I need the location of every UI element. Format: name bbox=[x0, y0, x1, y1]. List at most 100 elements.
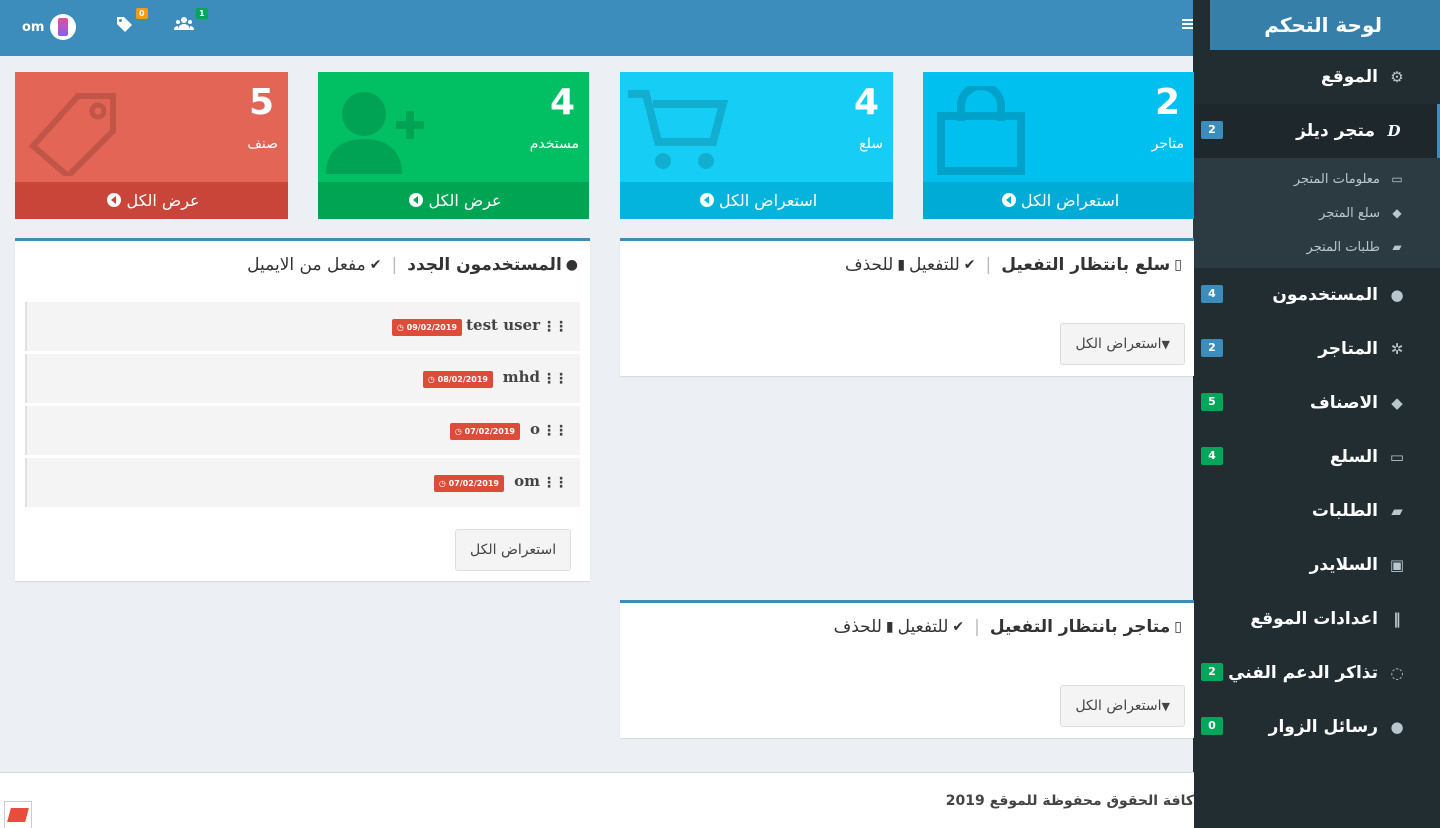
activate-hint: للتفعيل bbox=[909, 255, 960, 275]
submenu-item-label: سلع المتجر bbox=[1319, 205, 1380, 221]
separator: | bbox=[974, 617, 980, 637]
view-all-label: عرض الكل bbox=[428, 191, 502, 210]
gear-icon: ⚙ bbox=[1390, 68, 1404, 86]
arrow-circle-left-icon bbox=[1001, 193, 1016, 207]
pending-stores-panel: ▯ متاجر بانتظار التفعيل | ✔ للتفعيل ▮ لل… bbox=[620, 600, 1194, 738]
sidebar-item-orders[interactable]: ▰ الطلبات bbox=[1193, 484, 1440, 538]
sidebar-item-deals-store[interactable]: D متجر ديلز 2 bbox=[1193, 104, 1440, 158]
submenu-item-label: طلبات المتجر bbox=[1306, 239, 1380, 255]
page-footer: 2019 كافة الحقوق محفوظة للموقع bbox=[0, 772, 1194, 828]
separator: | bbox=[391, 255, 398, 275]
view-all-link[interactable]: استعراض الكل bbox=[620, 182, 893, 219]
tags-icon: ◆ bbox=[1391, 394, 1403, 412]
view-all-label: عرض الكل bbox=[126, 191, 200, 210]
sidebar-item-categories[interactable]: ◆ الاصناف 5 bbox=[1193, 376, 1440, 430]
sidebar-item-label: رسائل الزوار bbox=[1268, 717, 1378, 737]
panel-title: ▯ سلع بانتظار التفعيل | ✔ للتفعيل ▮ للحذ… bbox=[845, 255, 1182, 275]
user-name: test user bbox=[466, 316, 540, 334]
sidebar-item-visitor-messages[interactable]: ● رسائل الزوار 0 bbox=[1193, 700, 1440, 754]
stat-box-stores: 2 متاجر استعراض الكل bbox=[923, 72, 1194, 219]
user-row[interactable]: ⋮⋮ test user 09/02/2019 ◷ bbox=[25, 302, 580, 351]
user-row[interactable]: ⋮⋮ mhd 08/02/2019 ◷ bbox=[25, 354, 580, 403]
delete-hint: للحذف bbox=[844, 255, 894, 275]
submenu-item-label: معلومات المتجر bbox=[1293, 171, 1380, 187]
sidebar-item-settings[interactable]: ‖ اعدادات الموقع bbox=[1193, 592, 1440, 646]
sidebar-item-label: السلع bbox=[1329, 447, 1378, 467]
arrow-circle-left-icon bbox=[409, 193, 424, 207]
separator: | bbox=[985, 255, 992, 275]
sidebar-item-label: اعدادات الموقع bbox=[1250, 609, 1378, 629]
cogs-icon: ✲ bbox=[1390, 340, 1404, 358]
submenu-item-store-orders[interactable]: ▰ طلبات المتجر bbox=[1193, 230, 1440, 264]
check-icon: ✔ bbox=[963, 257, 976, 273]
view-all-link[interactable]: عرض الكل bbox=[318, 182, 589, 219]
image-icon: ▣ bbox=[1389, 556, 1405, 574]
arrow-circle-left-icon bbox=[107, 193, 122, 207]
user-menu[interactable]: om bbox=[22, 14, 77, 40]
users-icon: ● bbox=[565, 257, 578, 273]
sidebar-item-slider[interactable]: ▣ السلايدر bbox=[1193, 538, 1440, 592]
view-all-label: استعراض الكل bbox=[1020, 191, 1120, 210]
view-all-link[interactable]: عرض الكل bbox=[15, 182, 288, 219]
date-badge: 07/02/2019 ◷ bbox=[449, 423, 520, 440]
sidebar-item-items[interactable]: ▭ السلع 4 bbox=[1193, 430, 1440, 484]
panel-title-text: المستخدمون الجدد bbox=[407, 255, 562, 275]
user-row[interactable]: ⋮⋮ o 07/02/2019 ◷ bbox=[25, 406, 580, 455]
submenu-item-store-info[interactable]: ▭ معلومات المتجر bbox=[1193, 162, 1440, 196]
stat-number: 5 bbox=[248, 82, 274, 123]
cart-icon: ▼ bbox=[1161, 700, 1170, 713]
button-label: استعراض الكل bbox=[1075, 698, 1162, 714]
stat-number: 4 bbox=[853, 82, 879, 123]
truck-icon: ▰ bbox=[1391, 502, 1403, 520]
count-badge: 2 bbox=[1201, 339, 1223, 357]
shopping-bag-icon: ▭ bbox=[1391, 172, 1403, 186]
sidebar-item-label: المستخدمون bbox=[1272, 285, 1378, 305]
button-label: استعراض الكل bbox=[1075, 336, 1162, 352]
sidebar-item-support-tickets[interactable]: ◌ تذاكر الدعم الفني 2 bbox=[1193, 646, 1440, 700]
shopping-bag-icon: ▭ bbox=[1389, 448, 1405, 466]
avatar bbox=[50, 14, 77, 40]
arrow-circle-left-icon bbox=[699, 193, 714, 207]
tags-notification[interactable]: 0 bbox=[116, 8, 148, 36]
panel-title-text: سلع بانتظار التفعيل bbox=[1001, 255, 1171, 275]
count-badge: 5 bbox=[1201, 393, 1223, 411]
sidebar-item-site[interactable]: ⚙ الموقع bbox=[1193, 50, 1440, 104]
user-name: mhd bbox=[502, 368, 540, 386]
users-count-badge: 1 bbox=[196, 8, 208, 19]
count-badge: 4 bbox=[1201, 285, 1223, 303]
view-all-items-button[interactable]: ▼استعراض الكل bbox=[1060, 323, 1185, 365]
tag-icon bbox=[116, 17, 134, 36]
top-navbar: om 0 1 bbox=[0, 0, 1210, 56]
sidebar-item-users[interactable]: ● المستخدمون 4 bbox=[1193, 268, 1440, 322]
drag-handle-icon[interactable]: ⋮⋮ bbox=[542, 423, 568, 439]
comments-icon: ● bbox=[1390, 718, 1404, 736]
tag-icon: ◆ bbox=[1392, 206, 1402, 220]
comment-icon: ◌ bbox=[1390, 664, 1404, 682]
user-row[interactable]: ⋮⋮ om 07/02/2019 ◷ bbox=[25, 458, 580, 507]
check-circle-icon: ✔ bbox=[369, 257, 382, 273]
sidebar-item-label: الموقع bbox=[1320, 67, 1378, 87]
trash-icon: ▮ bbox=[885, 619, 894, 635]
sidebar-item-stores[interactable]: ✲ المتاجر 2 bbox=[1193, 322, 1440, 376]
users-notification[interactable]: 1 bbox=[174, 8, 208, 36]
view-all-link[interactable]: استعراض الكل bbox=[923, 182, 1194, 219]
sidebar-item-label: السلايدر bbox=[1309, 555, 1378, 575]
store-submenu: ▭ معلومات المتجر ◆ سلع المتجر ▰ طلبات ال… bbox=[1193, 158, 1440, 268]
app-logo[interactable]: لوحة التحكم bbox=[1210, 0, 1440, 50]
app-corner-icon[interactable] bbox=[4, 801, 32, 828]
view-all-stores-button[interactable]: ▼استعراض الكل bbox=[1060, 685, 1185, 727]
sidebar-item-label: الطلبات bbox=[1311, 501, 1378, 521]
stat-box-items: 4 سلع استعراض الكل bbox=[620, 72, 893, 219]
activate-hint: للتفعيل bbox=[897, 617, 949, 637]
trash-icon: ▮ bbox=[897, 257, 906, 273]
view-all-users-button[interactable]: استعراض الكل bbox=[455, 529, 572, 571]
clipboard-icon: ▯ bbox=[1174, 619, 1182, 635]
drag-handle-icon[interactable]: ⋮⋮ bbox=[542, 475, 568, 491]
drag-handle-icon[interactable]: ⋮⋮ bbox=[542, 371, 568, 387]
copyright-text: 2019 كافة الحقوق محفوظة للموقع bbox=[945, 793, 1194, 809]
submenu-item-store-items[interactable]: ◆ سلع المتجر bbox=[1193, 196, 1440, 230]
check-icon: ✔ bbox=[952, 619, 965, 635]
drag-handle-icon[interactable]: ⋮⋮ bbox=[542, 319, 568, 335]
stat-box-categories: 5 صنف عرض الكل bbox=[15, 72, 288, 219]
sidebar-item-label: الاصناف bbox=[1310, 393, 1378, 413]
